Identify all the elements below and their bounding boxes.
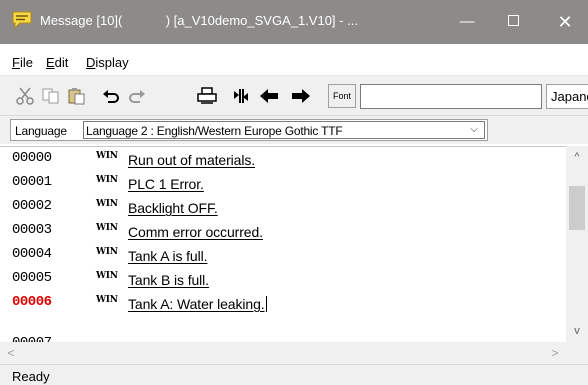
message-font-tag: WIN (96, 223, 118, 233)
scroll-down-icon[interactable]: v (566, 320, 588, 342)
close-button[interactable]: ✕ (542, 0, 588, 44)
message-font-tag: WIN (96, 175, 118, 185)
message-font-tag: WIN (96, 151, 118, 161)
message-font-tag: WIN (96, 271, 118, 281)
message-row[interactable]: 00002 WIN Backlight OFF. (0, 195, 566, 219)
next-icon (292, 89, 310, 103)
jump-icon (234, 89, 248, 103)
message-id: 00001 (12, 174, 52, 190)
message-text[interactable]: Tank A is full. (128, 248, 208, 264)
message-text-value: Backlight OFF. (128, 200, 218, 216)
font-button[interactable]: Font (328, 84, 356, 108)
partial-row-id: 00007 (12, 335, 52, 342)
message-text[interactable]: Comm error occurred. (128, 224, 263, 240)
message-text-value: Tank A: Water leaking. (128, 296, 265, 312)
message-icon (12, 11, 32, 30)
language-label: Language (15, 124, 67, 138)
menu-bar: File Edit Display (0, 44, 588, 76)
message-text[interactable]: Run out of materials. (128, 152, 255, 168)
title-bar[interactable]: Message [10]( ) [a_V10demo_SVGA_1.V10] -… (0, 0, 588, 44)
status-bar: Ready (0, 364, 588, 385)
message-text-value: Run out of materials. (128, 152, 256, 168)
language-bar: Language Language 2 : English/Western Eu… (0, 116, 588, 144)
previous-button[interactable] (256, 84, 282, 108)
message-font-tag: WIN (96, 199, 118, 209)
message-text-value: Tank B is full. (128, 272, 209, 288)
undo-icon (103, 90, 119, 103)
menu-edit-accel: E (46, 55, 55, 70)
message-text-value: PLC 1 Error. (128, 176, 204, 192)
horizontal-scrollbar[interactable]: < > (0, 342, 588, 364)
minimize-button[interactable]: — (444, 0, 490, 44)
message-row[interactable]: 00004 WIN Tank A is full. (0, 243, 566, 267)
message-font-tag: WIN (96, 247, 118, 257)
maximize-button[interactable] (490, 0, 536, 44)
print-button[interactable] (194, 84, 220, 108)
close-icon: ✕ (557, 12, 573, 32)
cut-icon (16, 87, 34, 105)
message-text-input[interactable] (360, 84, 542, 109)
menu-display-label: isplay (95, 55, 129, 70)
message-text[interactable]: Backlight OFF. (128, 200, 218, 216)
message-id: 00005 (12, 270, 52, 286)
menu-display[interactable]: Display (86, 55, 129, 70)
redo-icon (129, 90, 145, 103)
message-text[interactable]: PLC 1 Error. (128, 176, 204, 192)
language-select[interactable]: Language 2 : English/Western Europe Goth… (83, 121, 485, 139)
language-select-value: Language 2 : English/Western Europe Goth… (86, 124, 343, 138)
menu-file-accel: F (12, 55, 20, 70)
copy-icon (42, 88, 59, 104)
message-text[interactable]: Tank B is full. (128, 272, 209, 288)
scroll-right-icon[interactable]: > (544, 342, 566, 364)
message-id: 00002 (12, 198, 52, 214)
scroll-up-icon[interactable]: ^ (566, 146, 588, 168)
redo-button[interactable] (124, 84, 150, 108)
message-row[interactable]: 00006 WIN Tank A: Water leaking. (0, 291, 566, 315)
message-font-tag: WIN (96, 295, 118, 305)
window-title: Message [10]( ) [a_V10demo_SVGA_1.V10] -… (40, 13, 358, 28)
text-caret (265, 296, 267, 312)
message-row[interactable]: 00005 WIN Tank B is full. (0, 267, 566, 291)
jump-button[interactable] (228, 84, 254, 108)
minimize-icon: — (459, 13, 475, 30)
message-id: 00003 (12, 222, 52, 238)
message-text[interactable]: Tank A: Water leaking. (128, 296, 267, 312)
menu-file[interactable]: File (12, 55, 33, 70)
next-button[interactable] (288, 84, 314, 108)
message-id: 00006 (12, 294, 52, 310)
paste-button[interactable] (64, 84, 90, 108)
undo-button[interactable] (98, 84, 124, 108)
maximize-icon (507, 15, 519, 27)
menu-display-accel: D (86, 55, 96, 70)
paste-icon (68, 88, 85, 105)
vertical-scrollbar[interactable]: ^ v (566, 146, 588, 342)
menu-edit[interactable]: Edit (46, 55, 68, 70)
print-icon (197, 87, 217, 104)
message-id: 00000 (12, 150, 52, 166)
chevron-down-icon: ⌵ (470, 124, 478, 135)
previous-icon (260, 89, 278, 103)
language-dropdown[interactable]: Japanese (546, 84, 588, 109)
toolbar: Font Japanese (0, 76, 588, 116)
message-row[interactable]: 00003 WIN Comm error occurred. (0, 219, 566, 243)
copy-button[interactable] (38, 84, 64, 108)
message-text-value: Tank A is full. (128, 248, 208, 264)
scroll-left-icon[interactable]: < (0, 342, 22, 364)
message-text-value: Comm error occurred. (128, 224, 263, 240)
message-id: 00004 (12, 246, 52, 262)
status-text: Ready (12, 369, 50, 384)
scroll-thumb[interactable] (569, 186, 585, 230)
cut-button[interactable] (12, 84, 38, 108)
message-row[interactable]: 00001 WIN PLC 1 Error. (0, 171, 566, 195)
menu-file-label: ile (19, 55, 33, 70)
language-frame: Language Language 2 : English/Western Eu… (10, 119, 488, 141)
message-list[interactable]: 00007 00000 WIN Run out of materials. 00001… (0, 146, 588, 342)
menu-edit-label: dit (54, 55, 69, 70)
message-row[interactable]: 00000 WIN Run out of materials. (0, 147, 566, 171)
